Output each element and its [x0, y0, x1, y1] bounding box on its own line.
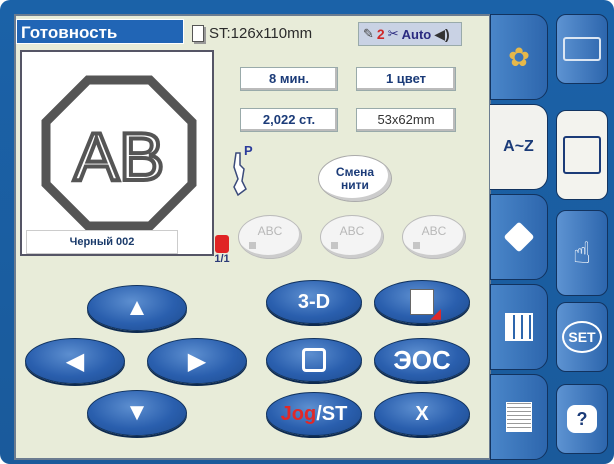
tab-layout[interactable] — [490, 284, 548, 370]
tab-pattern[interactable]: ✿ — [490, 14, 548, 100]
3d-label: 3-D — [297, 290, 331, 313]
sewing-time-field: 8 мин. — [240, 67, 338, 91]
spool-count: 1/1 — [214, 253, 230, 265]
settings-label: SET — [562, 321, 602, 353]
jog-label: Jog — [280, 402, 317, 425]
abc-marker — [413, 242, 420, 249]
abc-label: ABC — [421, 224, 447, 238]
tab-alphabet[interactable]: A~Z — [490, 104, 548, 190]
abc-button-2[interactable]: ABC — [320, 215, 384, 259]
speaker-icon[interactable]: ◀) — [434, 26, 449, 43]
sewing-mode-button[interactable] — [556, 14, 608, 84]
tab-grid[interactable] — [490, 374, 548, 460]
thread-color-label: Черный 002 — [26, 230, 178, 254]
arrow-left-icon: ◀ — [65, 347, 85, 375]
frame-move-icon: ◢ — [410, 289, 441, 321]
move-down-button[interactable]: ▼ — [87, 390, 187, 436]
thread-change-label-2: нити — [341, 177, 369, 192]
grid-icon — [505, 313, 533, 341]
help-button[interactable]: ? — [556, 384, 608, 454]
device-frame: Готовность ST:126x110mm ✎ 2 ✂ Auto ◀) AB… — [0, 0, 614, 464]
hand-icon: ☝ — [572, 236, 592, 270]
move-right-button[interactable]: ▶ — [147, 338, 247, 384]
design-monogram: AB — [74, 119, 165, 195]
basting-button[interactable]: ЭОС — [374, 338, 470, 382]
auto-cut-label: Auto — [401, 26, 432, 42]
embroidery-machine-icon — [563, 136, 601, 174]
arrow-down-icon: ▼ — [125, 399, 149, 426]
design-size-info: ST:126x110mm — [192, 25, 312, 42]
tab-alphabet-label: A~Z — [503, 138, 534, 155]
thread-spool-icon: 1/1 — [214, 235, 230, 275]
document-icon — [192, 25, 204, 42]
thread-change-button[interactable]: Смена нити — [318, 155, 392, 202]
scissors-icon: ✂ — [387, 26, 399, 41]
color-count-field: 1 цвет — [356, 67, 456, 91]
cancel-label: X — [415, 402, 429, 425]
fine-grid-icon — [506, 402, 532, 432]
move-up-button[interactable]: ▲ — [87, 285, 187, 331]
color-count-badge: 2 — [376, 26, 385, 42]
abc-button-3[interactable]: ABC — [402, 215, 466, 259]
basting-icon: ЭОС — [393, 344, 451, 375]
page-title: Готовность — [16, 19, 184, 44]
3d-button[interactable]: 3-D — [266, 280, 362, 324]
arrow-right-icon: ▶ — [187, 347, 207, 375]
flower-icon: ✿ — [508, 41, 530, 72]
st-label: /ST — [316, 402, 348, 425]
frame-move-button[interactable]: ◢ — [374, 280, 470, 324]
abc-label: ABC — [339, 224, 365, 238]
disk-icon — [503, 221, 535, 253]
status-indicators: ✎ 2 ✂ Auto ◀) — [358, 22, 462, 46]
arrow-up-icon: ▲ — [125, 294, 149, 321]
sewing-machine-icon — [563, 37, 601, 61]
move-left-button[interactable]: ◀ — [25, 338, 125, 384]
edit-mode-button[interactable]: ☝ — [556, 210, 608, 296]
stitch-count-field: 2,022 ст. — [240, 108, 338, 132]
tab-memory[interactable] — [490, 194, 548, 280]
trial-button[interactable] — [266, 338, 362, 382]
help-label: ? — [567, 405, 597, 433]
presser-foot-icon: P — [228, 143, 258, 198]
embroidery-mode-button[interactable] — [556, 110, 608, 200]
settings-button[interactable]: SET — [556, 302, 608, 372]
stitch-area-label: ST:126x110mm — [209, 25, 313, 42]
jog-st-button[interactable]: Jog/ST — [266, 392, 362, 436]
design-preview: AB 1/1 — [20, 50, 230, 265]
trial-frame-icon — [302, 348, 326, 372]
abc-marker — [249, 242, 256, 249]
design-size-field: 53x62mm — [356, 108, 456, 132]
thread-change-label-1: Смена — [335, 164, 375, 179]
abc-marker — [331, 242, 338, 249]
thread-icon: ✎ — [363, 26, 374, 41]
cancel-button[interactable]: X — [374, 392, 470, 436]
abc-button-1[interactable]: ABC — [238, 215, 302, 259]
design-octagon: AB — [41, 75, 197, 230]
abc-label: ABC — [257, 224, 283, 238]
